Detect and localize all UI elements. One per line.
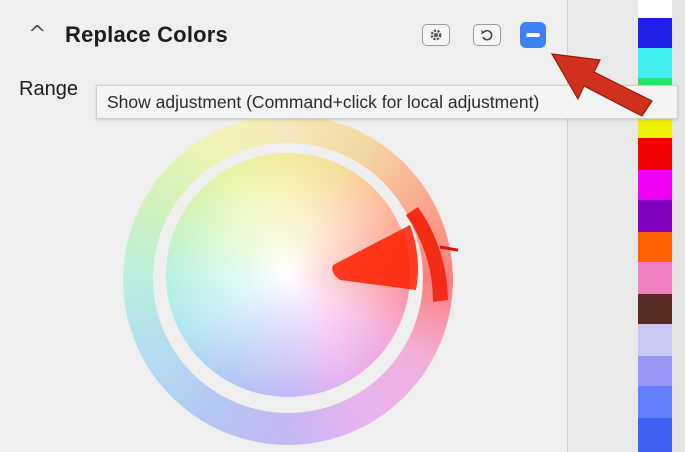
minus-icon [526,33,540,37]
color-swatch[interactable] [638,262,672,294]
color-swatch[interactable] [638,0,672,18]
color-swatch[interactable] [638,418,672,452]
color-swatch[interactable] [638,48,672,78]
show-adjustment-toggle[interactable] [520,22,546,48]
color-range-wheel[interactable] [118,115,464,445]
color-swatch-strip [638,0,672,452]
color-swatch[interactable] [638,138,672,170]
replace-colors-panel: ^ Replace Colors Range [0,0,568,452]
reset-button[interactable] [473,24,501,46]
color-swatch[interactable] [638,18,672,48]
color-swatch[interactable] [638,170,672,200]
panel-gutter [568,0,638,452]
undo-icon [481,29,493,41]
settings-button[interactable] [422,24,450,46]
color-swatch[interactable] [638,356,672,386]
tooltip: Show adjustment (Command+click for local… [96,85,678,119]
color-swatch[interactable] [638,200,672,232]
panel-title: Replace Colors [65,22,228,47]
panel-header: ^ Replace Colors [0,0,568,70]
color-swatch[interactable] [638,294,672,324]
range-label: Range [19,78,78,100]
window-edge [672,0,685,452]
color-swatch[interactable] [638,324,672,356]
gear-icon [430,29,442,41]
chevron-up-icon[interactable]: ^ [28,22,46,47]
color-swatch[interactable] [638,232,672,262]
color-swatch[interactable] [638,386,672,418]
